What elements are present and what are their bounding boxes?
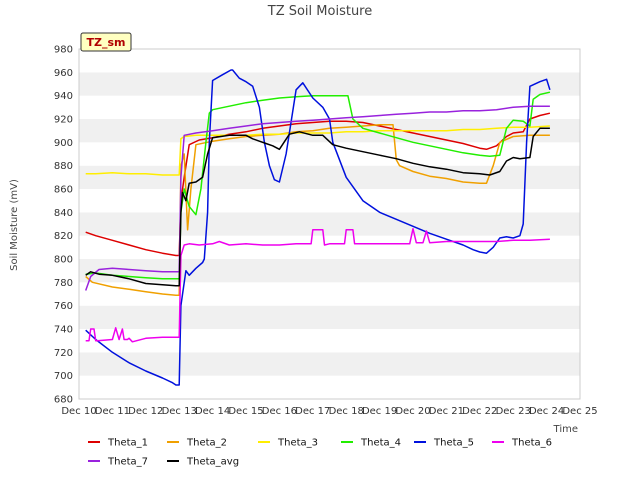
y-tick-label: 820 (54, 231, 73, 242)
grid-band (79, 72, 580, 96)
x-tick-label: Dec 15 (228, 406, 263, 417)
grid-band (79, 329, 580, 353)
y-tick-label: 760 (54, 301, 73, 312)
y-tick-label: 780 (54, 278, 73, 289)
legend-label: Theta_3 (277, 438, 318, 449)
x-tick-label: Dec 10 (61, 406, 96, 417)
y-axis-label: Soil Moisture (mV) (9, 179, 20, 271)
legend-label: Theta_1 (107, 438, 148, 449)
y-tick-label: 880 (54, 161, 73, 172)
legend-item-theta-6: Theta_6 (492, 438, 552, 449)
grid-band (79, 95, 580, 119)
badge-label: TZ_sm (87, 36, 126, 49)
x-tick-label: Dec 13 (162, 406, 197, 417)
legend-item-theta-7: Theta_7 (88, 457, 148, 468)
x-tick-label: Dec 17 (295, 406, 330, 417)
grid-band (79, 282, 580, 306)
legend-item-theta-1: Theta_1 (88, 438, 148, 449)
legend-item-theta-5: Theta_5 (414, 438, 474, 449)
y-tick-label: 900 (54, 138, 73, 149)
grid-band (79, 235, 580, 259)
legend-label: Theta_6 (511, 438, 552, 449)
station-badge: TZ_sm (80, 32, 132, 52)
y-tick-label: 740 (54, 325, 73, 336)
legend-label: Theta_5 (433, 438, 474, 449)
y-tick-label: 800 (54, 255, 73, 266)
legend-label: Theta_4 (360, 438, 401, 449)
x-axis-label: Time (553, 424, 578, 435)
y-tick-label: 700 (54, 371, 73, 382)
y-axis-ticks: 680 700 720 740 760 780 800 820 840 860 880 900 920 9… (54, 45, 73, 406)
x-tick-label: Dec 24 (529, 406, 564, 417)
x-tick-label: Dec 19 (362, 406, 397, 417)
legend-item-theta-2: Theta_2 (167, 438, 227, 449)
grid-band (79, 142, 580, 166)
legend-item-theta-avg: Theta_avg (167, 457, 239, 468)
grid-band (79, 305, 580, 329)
x-tick-label: Dec 21 (429, 406, 464, 417)
legend-item-theta-3: Theta_3 (258, 438, 318, 449)
y-tick-label: 960 (54, 68, 73, 79)
x-tick-label: Dec 18 (329, 406, 364, 417)
chart-title: TZ Soil Moisture (267, 4, 373, 19)
y-tick-label: 980 (54, 45, 73, 56)
x-tick-label: Dec 14 (195, 406, 230, 417)
legend-item-theta-4: Theta_4 (341, 438, 401, 449)
x-tick-label: Dec 20 (395, 406, 430, 417)
grid-band (79, 49, 580, 73)
grid-band (79, 165, 580, 189)
grid-band (79, 189, 580, 213)
x-tick-label: Dec 16 (262, 406, 297, 417)
x-tick-label: Dec 12 (128, 406, 163, 417)
legend: Theta_1 Theta_2 Theta_3 Theta_4 Theta_5 Theta… (88, 438, 552, 468)
y-tick-label: 680 (54, 395, 73, 406)
legend-label: Theta_7 (107, 457, 148, 468)
x-axis-ticks: Dec 10Dec 11Dec 12Dec 13Dec 14Dec 15Dec … (61, 406, 597, 417)
x-tick-label: Dec 25 (562, 406, 597, 417)
grid-band (79, 352, 580, 376)
grid-band (79, 375, 580, 399)
x-tick-label: Dec 22 (462, 406, 497, 417)
x-tick-label: Dec 23 (496, 406, 531, 417)
soil-moisture-chart: TZ Soil Moisture Soil Moisture (mV) Time… (9, 4, 598, 468)
x-tick-label: Dec 11 (95, 406, 130, 417)
legend-label: Theta_2 (186, 438, 227, 449)
legend-label: Theta_avg (186, 457, 239, 468)
grid-band (79, 212, 580, 236)
y-tick-label: 840 (54, 208, 73, 219)
y-tick-label: 940 (54, 91, 73, 102)
y-tick-label: 720 (54, 348, 73, 359)
y-tick-label: 860 (54, 185, 73, 196)
grid-bands (79, 49, 580, 399)
y-tick-label: 920 (54, 115, 73, 126)
